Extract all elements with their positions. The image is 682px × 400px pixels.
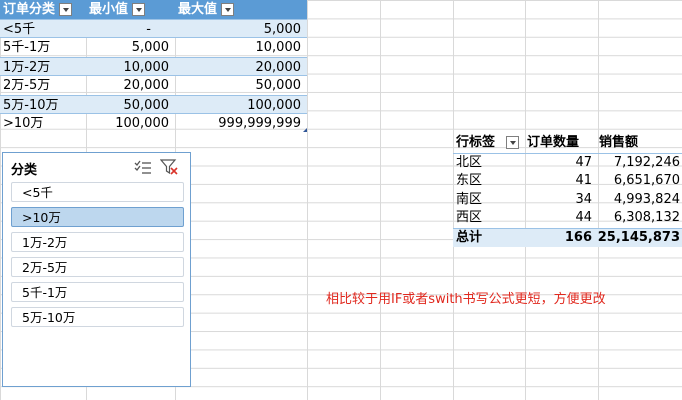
slicer-header: 分类 xyxy=(11,157,182,178)
cell[interactable]: 1万-2万 xyxy=(0,58,86,75)
slicer-item[interactable]: 2万-5万 xyxy=(11,257,184,277)
pivot-total-row: 总计 166 25,145,873 xyxy=(453,227,682,248)
cell[interactable]: 34 xyxy=(523,191,595,210)
table-resize-handle[interactable] xyxy=(303,128,307,132)
pivot-table: 行标签 订单数量 销售额 北区 47 7,192,246 东区 41 6,651… xyxy=(453,134,682,247)
header-label: 最小值 xyxy=(89,2,129,17)
cell[interactable]: 166 xyxy=(523,229,595,248)
slicer-item[interactable]: 1万-2万 xyxy=(11,232,184,252)
cell[interactable]: 41 xyxy=(523,172,595,191)
table-row: 2万-5万 20,000 50,000 xyxy=(0,76,307,95)
header-cell-min[interactable]: 最小值 xyxy=(86,0,175,19)
header-cell-category[interactable]: 订单分类 xyxy=(0,0,86,19)
table-row: 1万-2万 10,000 20,000 xyxy=(0,57,307,76)
cell[interactable]: 10,000 xyxy=(86,58,175,75)
pivot-header-sales[interactable]: 销售额 xyxy=(595,134,682,153)
filter-dropdown-icon[interactable] xyxy=(221,3,235,16)
cell[interactable]: 5,000 xyxy=(175,20,307,37)
order-category-table: 订单分类 最小值 最大值 <5千 - 5,000 5千-1万 5,000 10,… xyxy=(0,0,307,133)
cell[interactable]: 100,000 xyxy=(175,96,307,113)
pivot-row: 西区 44 6,308,132 xyxy=(453,209,682,228)
cell[interactable]: 44 xyxy=(523,209,595,228)
slicer-item[interactable]: 5万-10万 xyxy=(11,307,184,327)
cell[interactable]: 20,000 xyxy=(86,76,175,95)
pivot-header-row: 行标签 订单数量 销售额 xyxy=(453,134,682,154)
cell[interactable]: 47 xyxy=(523,154,595,173)
cell[interactable]: 100,000 xyxy=(86,114,175,133)
slicer-item[interactable]: <5千 xyxy=(11,182,184,202)
cell[interactable]: 东区 xyxy=(453,172,523,191)
cell[interactable]: 5,000 xyxy=(86,38,175,57)
pivot-row: 北区 47 7,192,246 xyxy=(453,154,682,173)
cell[interactable]: 5千-1万 xyxy=(0,38,86,57)
header-label: 订单分类 xyxy=(3,2,56,17)
cell[interactable]: 50,000 xyxy=(175,76,307,95)
cell[interactable]: 西区 xyxy=(453,209,523,228)
cell[interactable]: 2万-5万 xyxy=(0,76,86,95)
pivot-row: 东区 41 6,651,670 xyxy=(453,172,682,191)
cell[interactable]: 25,145,873 xyxy=(595,229,682,248)
cell[interactable]: <5千 xyxy=(0,20,86,37)
column-divider xyxy=(307,0,308,400)
clear-filter-icon[interactable] xyxy=(160,159,178,175)
cell[interactable]: 7,192,246 xyxy=(595,154,682,173)
table-row: 5万-10万 50,000 100,000 xyxy=(0,95,307,114)
cell[interactable]: 北区 xyxy=(453,154,523,173)
slicer-item[interactable]: 5千-1万 xyxy=(11,282,184,302)
pivot-row-labels-header[interactable]: 行标签 xyxy=(453,134,523,153)
slicer-title: 分类 xyxy=(11,163,38,178)
cell[interactable]: - xyxy=(86,20,175,37)
cell[interactable]: 999,999,999 xyxy=(175,114,307,133)
header-label: 行标签 xyxy=(456,135,496,150)
pivot-header-count[interactable]: 订单数量 xyxy=(523,134,595,153)
cell[interactable]: 6,308,132 xyxy=(595,209,682,228)
table-header-row: 订单分类 最小值 最大值 xyxy=(0,0,307,19)
pivot-row: 南区 34 4,993,824 xyxy=(453,191,682,210)
cell[interactable]: 50,000 xyxy=(86,96,175,113)
annotation-note: 相比较于用IF或者swith书写公式更短，方便更改 xyxy=(326,292,606,307)
filter-dropdown-icon[interactable] xyxy=(59,3,73,16)
cell[interactable]: 南区 xyxy=(453,191,523,210)
cell[interactable]: 10,000 xyxy=(175,38,307,57)
cell[interactable]: 4,993,824 xyxy=(595,191,682,210)
header-cell-max[interactable]: 最大值 xyxy=(175,0,307,19)
cell[interactable]: >10万 xyxy=(0,114,86,133)
table-row: <5千 - 5,000 xyxy=(0,19,307,38)
category-slicer: 分类 <5千 >10万 1万-2万 2万-5万 5千-1万 5万-10万 xyxy=(2,152,191,387)
column-divider xyxy=(380,0,381,400)
table-row: 5千-1万 5,000 10,000 xyxy=(0,38,307,57)
header-label: 最大值 xyxy=(178,2,218,17)
filter-dropdown-icon[interactable] xyxy=(505,136,519,149)
cell[interactable]: 5万-10万 xyxy=(0,96,86,113)
slicer-item-selected[interactable]: >10万 xyxy=(11,207,184,227)
cell[interactable]: 总计 xyxy=(453,229,523,248)
multi-select-icon[interactable] xyxy=(134,159,152,175)
cell[interactable]: 20,000 xyxy=(175,58,307,75)
cell[interactable]: 6,651,670 xyxy=(595,172,682,191)
table-row: >10万 100,000 999,999,999 xyxy=(0,114,307,133)
filter-dropdown-icon[interactable] xyxy=(132,3,146,16)
